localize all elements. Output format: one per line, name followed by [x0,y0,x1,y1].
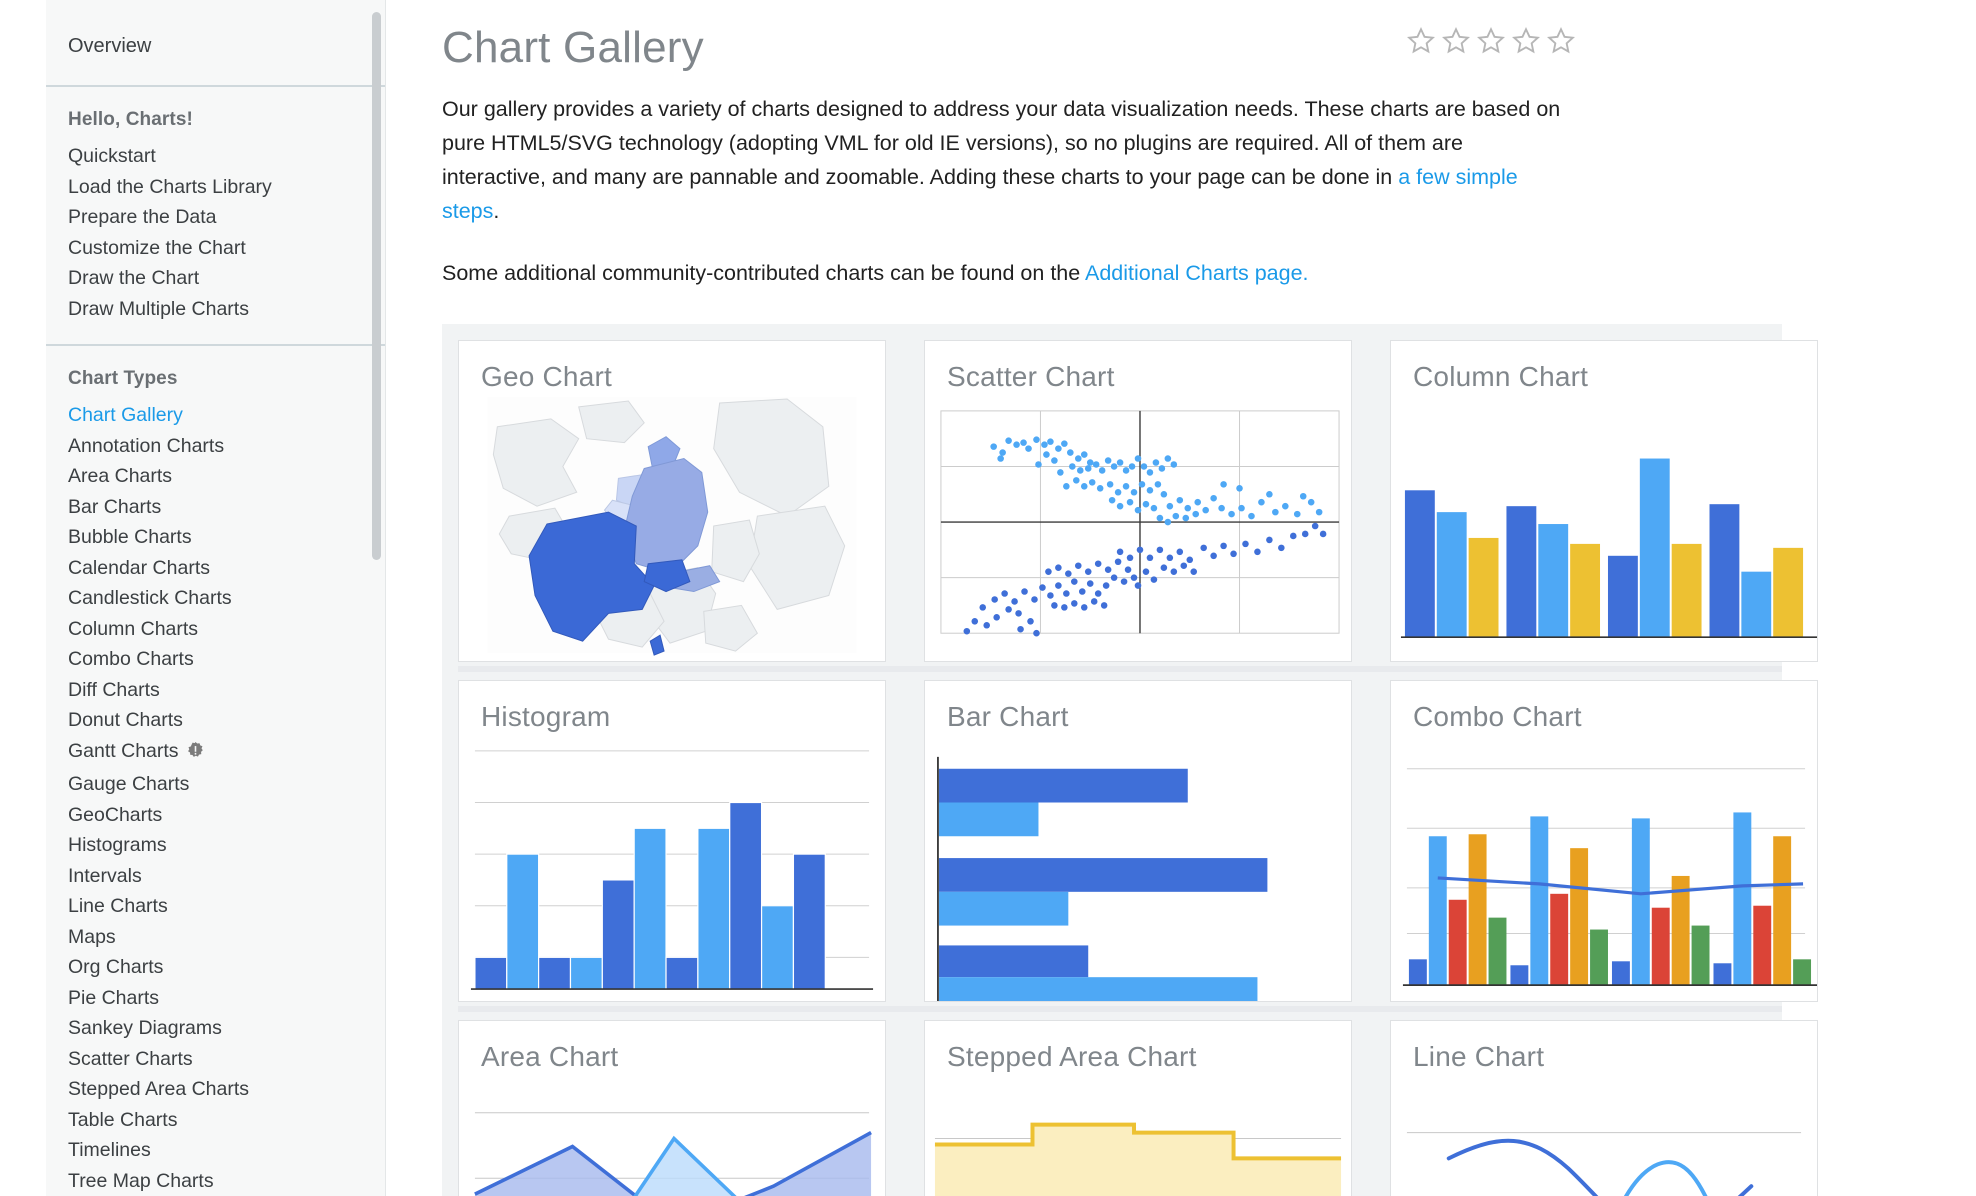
intro-paragraph-2: Some additional community-contributed ch… [442,256,1562,290]
sidebar-item-timelines[interactable]: Timelines [68,1135,385,1166]
row-separator [458,666,1782,672]
sidebar-item-bubble-charts[interactable]: Bubble Charts [68,522,385,553]
sidebar: Overview Hello, Charts! Quickstart Load … [46,0,386,1196]
rating-widget[interactable] [1406,26,1576,61]
scatter-chart-visual [925,397,1351,661]
stepped-area-chart-visual [925,1077,1351,1196]
sidebar-item-draw-the-chart[interactable]: Draw the Chart [68,263,385,294]
sidebar-item-intervals[interactable]: Intervals [68,861,385,892]
star-outline-icon[interactable] [1406,26,1436,61]
chart-gallery-grid: Geo Chart Scatter Chart Column Chart His… [442,324,1818,1196]
intro-paragraph-2-text: Some additional community-contributed ch… [442,261,1085,285]
sidebar-item-draw-multiple-charts[interactable]: Draw Multiple Charts [68,294,385,325]
star-outline-icon[interactable] [1441,26,1471,61]
sidebar-section-overview: Overview [46,0,385,85]
sidebar-scrollbar-track[interactable] [372,0,383,1196]
gallery-card-line-chart[interactable]: Line Chart [1390,1020,1818,1196]
sidebar-item-gauge-charts[interactable]: Gauge Charts [68,769,385,800]
intro-text: Our gallery provides a variety of charts… [386,92,1976,290]
gallery-card-combo-chart[interactable]: Combo Chart [1390,680,1818,1002]
sidebar-item-tree-map-charts[interactable]: Tree Map Charts [68,1166,385,1196]
intro-paragraph-1-text: Our gallery provides a variety of charts… [442,97,1561,189]
intro-paragraph-1-period: . [493,199,500,223]
sidebar-group-hello-charts: Hello, Charts! Quickstart Load the Chart… [46,87,385,344]
gallery-row-3: Area Chart Stepped Area Chart Line Chart [458,1020,1818,1196]
sidebar-item-column-charts[interactable]: Column Charts [68,614,385,645]
column-chart-visual [1391,397,1817,661]
main-content: Chart Gallery Our gallery provides a var… [386,0,1976,1196]
new-badge-icon [186,739,205,770]
sidebar-item-org-charts[interactable]: Org Charts [68,952,385,983]
sidebar-item-maps[interactable]: Maps [68,922,385,953]
gallery-row-2: Histogram Bar Chart Combo Chart [458,680,1818,1012]
sidebar-item-geocharts[interactable]: GeoCharts [68,800,385,831]
gallery-card-area-chart[interactable]: Area Chart [458,1020,886,1196]
card-title: Column Chart [1413,361,1589,392]
sidebar-item-sankey-diagrams[interactable]: Sankey Diagrams [68,1013,385,1044]
sidebar-scrollbar-thumb[interactable] [372,12,381,560]
combo-chart-visual [1391,737,1817,1001]
sidebar-item-line-charts[interactable]: Line Charts [68,891,385,922]
sidebar-group-chart-types: Chart Types Chart Gallery Annotation Cha… [46,346,385,1196]
bar-chart-visual [925,737,1351,1001]
sidebar-item-diff-charts[interactable]: Diff Charts [68,675,385,706]
sidebar-item-pie-charts[interactable]: Pie Charts [68,983,385,1014]
card-title: Combo Chart [1413,701,1582,732]
sidebar-item-combo-charts[interactable]: Combo Charts [68,644,385,675]
sidebar-item-scatter-charts[interactable]: Scatter Charts [68,1044,385,1075]
additional-charts-page-link[interactable]: Additional Charts page. [1085,261,1309,285]
sidebar-item-chart-gallery[interactable]: Chart Gallery [68,400,385,431]
page-header: Chart Gallery [386,0,1976,92]
card-title: Area Chart [481,1041,619,1072]
sidebar-item-quickstart[interactable]: Quickstart [68,141,385,172]
sidebar-item-prepare-the-data[interactable]: Prepare the Data [68,202,385,233]
sidebar-item-calendar-charts[interactable]: Calendar Charts [68,553,385,584]
gallery-card-bar-chart[interactable]: Bar Chart [924,680,1352,1002]
gallery-card-geo-chart[interactable]: Geo Chart [458,340,886,662]
sidebar-item-area-charts[interactable]: Area Charts [68,461,385,492]
histogram-visual [459,737,885,1001]
sidebar-item-annotation-charts[interactable]: Annotation Charts [68,431,385,462]
sidebar-heading-hello-charts: Hello, Charts! [68,109,193,130]
sidebar-item-candlestick-charts[interactable]: Candlestick Charts [68,583,385,614]
card-title: Geo Chart [481,361,612,392]
star-outline-icon[interactable] [1476,26,1506,61]
card-title: Stepped Area Chart [947,1041,1197,1072]
row-separator [458,1006,1782,1012]
sidebar-item-customize-the-chart[interactable]: Customize the Chart [68,233,385,264]
card-title: Bar Chart [947,701,1069,732]
star-outline-icon[interactable] [1511,26,1541,61]
sidebar-item-donut-charts[interactable]: Donut Charts [68,705,385,736]
sidebar-item-stepped-area-charts[interactable]: Stepped Area Charts [68,1074,385,1105]
page-title: Chart Gallery [442,23,704,72]
card-title: Line Chart [1413,1041,1545,1072]
geo-chart-visual [459,397,885,661]
sidebar-item-overview[interactable]: Overview [68,35,151,57]
sidebar-item-load-the-charts-library[interactable]: Load the Charts Library [68,172,385,203]
gallery-row-1: Geo Chart Scatter Chart Column Chart [458,340,1818,672]
card-title: Scatter Chart [947,361,1115,392]
gallery-card-column-chart[interactable]: Column Chart [1390,340,1818,662]
sidebar-item-table-charts[interactable]: Table Charts [68,1105,385,1136]
card-title: Histogram [481,701,611,732]
gallery-card-histogram[interactable]: Histogram [458,680,886,1002]
gallery-card-stepped-area-chart[interactable]: Stepped Area Chart [924,1020,1352,1196]
gallery-card-scatter-chart[interactable]: Scatter Chart [924,340,1352,662]
sidebar-item-gantt-charts[interactable]: Gantt Charts [68,736,385,770]
sidebar-heading-chart-types: Chart Types [68,368,178,389]
line-chart-visual [1391,1077,1817,1196]
sidebar-item-histograms[interactable]: Histograms [68,830,385,861]
area-chart-visual [459,1077,885,1196]
intro-paragraph-1: Our gallery provides a variety of charts… [442,92,1562,228]
sidebar-item-label: Gantt Charts [68,739,179,762]
star-outline-icon[interactable] [1546,26,1576,61]
page-root: Overview Hello, Charts! Quickstart Load … [0,0,1976,1196]
sidebar-item-bar-charts[interactable]: Bar Charts [68,492,385,523]
